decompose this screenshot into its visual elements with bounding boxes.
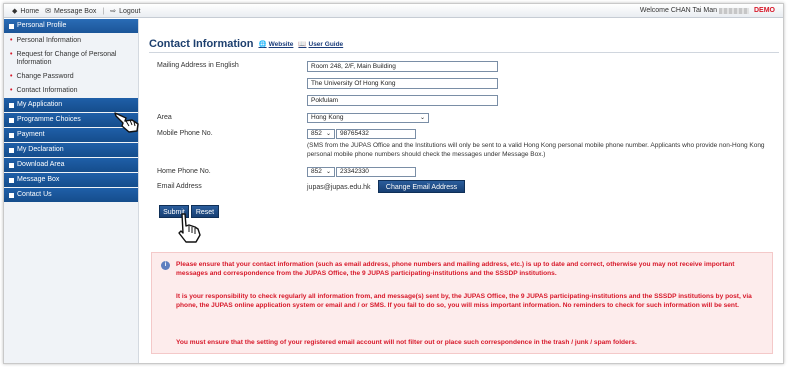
title-divider	[149, 52, 779, 53]
info-icon: i	[161, 261, 170, 270]
mobile-sms-note: (SMS from the JUPAS Office and the Insti…	[307, 142, 765, 158]
chevron-down-icon: ⌄	[325, 169, 331, 175]
demo-badge: DEMO	[754, 7, 775, 14]
sidebar-item-change-password[interactable]: • Change Password	[4, 70, 138, 84]
area-label: Area	[157, 114, 172, 121]
website-link[interactable]: 🌐 Website	[258, 40, 294, 49]
user-guide-link[interactable]: 📖 User Guide	[298, 40, 343, 49]
bullet-square-icon	[9, 192, 14, 198]
hand-pointer-icon	[178, 213, 201, 243]
mobile-phone-label: Mobile Phone No.	[157, 130, 213, 137]
separator: |	[102, 7, 105, 15]
bullet-icon: •	[10, 73, 13, 80]
page-title: Contact Information	[149, 38, 254, 50]
bullet-square-icon	[9, 23, 14, 29]
notice-paragraph-2: It is your responsibility to check regul…	[176, 293, 752, 310]
email-address-value: jupas@jupas.edu.hk	[307, 184, 371, 191]
sidebar-section-contact-us[interactable]: Contact Us	[4, 188, 138, 202]
blurred-timestamp	[719, 8, 749, 14]
sidebar-section-personal-profile[interactable]: Personal Profile	[4, 19, 138, 33]
address-line2-input[interactable]: The University Of Hong Kong	[307, 78, 498, 89]
mobile-country-code-select[interactable]: 852 ⌄	[307, 129, 335, 139]
bullet-square-icon	[9, 117, 14, 123]
change-email-button[interactable]: Change Email Address	[378, 180, 465, 193]
book-icon: 📖	[298, 41, 307, 48]
bullet-icon: •	[10, 51, 13, 58]
bullet-square-icon	[9, 132, 14, 138]
sidebar: Personal Profile • Personal Information …	[4, 19, 139, 363]
globe-icon: 🌐	[258, 41, 267, 48]
bullet-icon: •	[10, 87, 13, 94]
bullet-square-icon	[9, 162, 14, 168]
important-notice: i Please ensure that your contact inform…	[151, 252, 773, 354]
sidebar-item-contact-information[interactable]: • Contact Information	[4, 84, 138, 98]
page-header: Contact Information 🌐 Website 📖 User Gui…	[149, 38, 343, 50]
sidebar-section-my-declaration[interactable]: My Declaration	[4, 143, 138, 157]
logout-icon: ⇨	[110, 8, 117, 15]
top-bar: ◆ Home ✉ Message Box | ⇨ Logout Welcome …	[4, 4, 783, 18]
hand-pointer-icon	[114, 112, 139, 133]
top-nav: ◆ Home ✉ Message Box | ⇨ Logout	[12, 7, 141, 16]
address-line3-input[interactable]: Pokfulam	[307, 95, 498, 106]
chevron-down-icon: ⌄	[325, 131, 331, 137]
logout-link[interactable]: ⇨ Logout	[110, 7, 140, 16]
bullet-square-icon	[9, 177, 14, 183]
sidebar-item-request-change[interactable]: • Request for Change of Personal Informa…	[4, 48, 138, 70]
welcome-text: Welcome CHAN Tai Man	[639, 7, 717, 14]
bullet-square-icon	[9, 102, 14, 108]
area-select[interactable]: Hong Kong ⌄	[307, 113, 429, 123]
notice-paragraph-3: You must ensure that the setting of your…	[176, 339, 637, 346]
chevron-down-icon: ⌄	[419, 115, 425, 121]
envelope-icon: ✉	[45, 8, 51, 15]
home-number-input[interactable]: 23342330	[336, 167, 416, 177]
mailing-address-label: Mailing Address in English	[157, 62, 239, 69]
home-link[interactable]: ◆ Home	[12, 7, 39, 16]
home-phone-label: Home Phone No.	[157, 168, 211, 175]
home-country-code-select[interactable]: 852 ⌄	[307, 167, 335, 177]
home-icon: ◆	[12, 8, 18, 15]
email-address-label: Email Address	[157, 183, 202, 190]
sidebar-item-personal-information[interactable]: • Personal Information	[4, 34, 138, 48]
sidebar-section-download-area[interactable]: Download Area	[4, 158, 138, 172]
mobile-number-input[interactable]: 98765432	[336, 129, 416, 139]
sidebar-section-message-box[interactable]: Message Box	[4, 173, 138, 187]
notice-paragraph-1: Please ensure that your contact informat…	[176, 261, 735, 278]
message-box-link[interactable]: ✉ Message Box	[45, 7, 96, 16]
address-line1-input[interactable]: Room 248, 2/F, Main Building	[307, 61, 498, 72]
bullet-square-icon	[9, 147, 14, 153]
bullet-icon: •	[10, 37, 13, 44]
